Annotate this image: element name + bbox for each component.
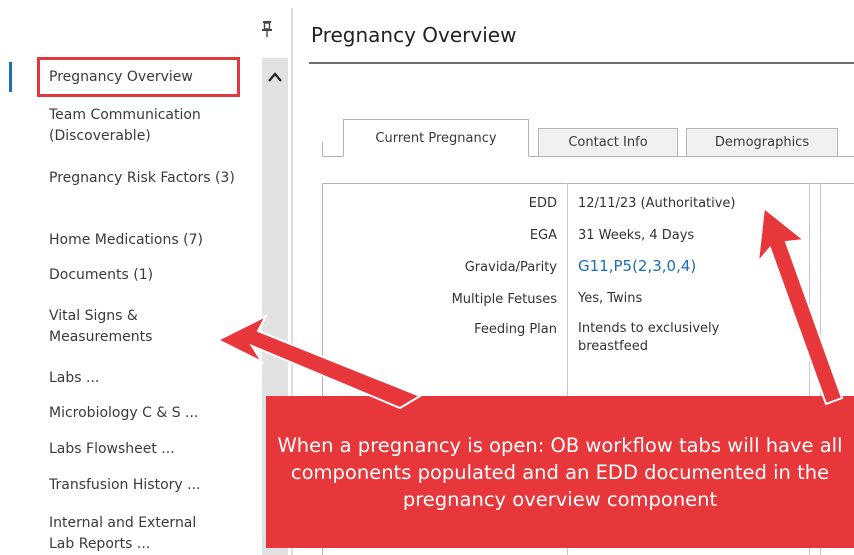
sidebar-item-documents[interactable]: Documents (1) [49,265,259,286]
sidebar-item-labs[interactable]: Labs ... [49,368,259,389]
field-value-feeding-plan: Intends to exclusively breastfeed [578,321,720,354]
tab-strip-edge [322,142,323,157]
selection-marker [9,62,12,92]
field-value-multiple-fetuses: Yes, Twins [578,291,643,306]
pin-icon[interactable] [261,20,273,38]
sidebar-item-home-medications[interactable]: Home Medications (7) [49,230,259,251]
sidebar-item-team-communication[interactable]: Team Communication (Discoverable) [49,105,239,147]
sidebar-item-lab-reports[interactable]: Internal and External Lab Reports ... [49,513,224,555]
field-label-feeding-plan: Feeding Plan [474,322,557,337]
sidebar-item-pregnancy-risk-factors[interactable]: Pregnancy Risk Factors (3) [49,168,239,189]
sidebar-item-labs-flowsheet[interactable]: Labs Flowsheet ... [49,439,259,460]
highlight-box [37,57,240,97]
field-value-gravida-parity[interactable]: G11,P5(2,3,0,4) [578,257,696,275]
field-label-gravida-parity: Gravida/Parity [464,260,557,275]
field-label-edd: EDD [528,196,557,211]
sidebar-item-microbiology[interactable]: Microbiology C & S ... [49,403,259,424]
sidebar-item-vital-signs[interactable]: Vital Signs & Measurements [49,306,199,348]
chevron-up-icon[interactable] [262,62,288,92]
sidebar-item-transfusion-history[interactable]: Transfusion History ... [49,475,259,496]
tab-contact-info[interactable]: Contact Info [538,128,678,157]
tab-demographics[interactable]: Demographics [686,128,838,157]
field-label-multiple-fetuses: Multiple Fetuses [451,292,557,307]
field-value-edd: 12/11/23 (Authoritative) [578,196,736,211]
page-title: Pregnancy Overview [311,23,517,47]
annotation-callout: When a pregnancy is open: OB workflow ta… [266,396,854,548]
field-value-ega: 31 Weeks, 4 Days [578,228,695,243]
title-divider [309,62,854,64]
tab-current-pregnancy[interactable]: Current Pregnancy [343,119,529,157]
field-label-ega: EGA [529,228,557,243]
